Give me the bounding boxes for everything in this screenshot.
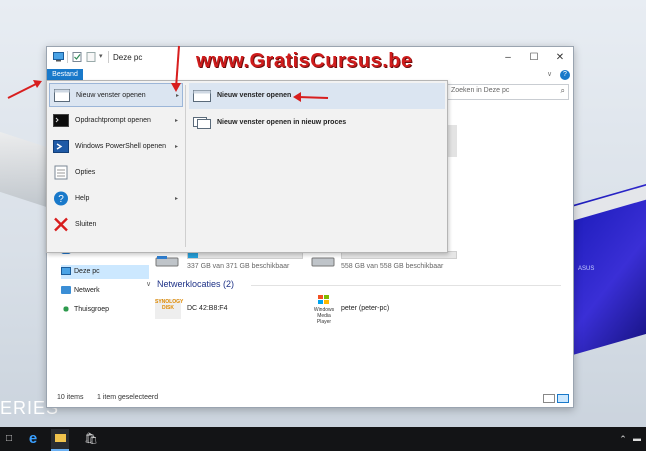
minimize-button[interactable]: – <box>495 50 521 66</box>
details-view-icon[interactable] <box>543 394 555 403</box>
watermark-text: www.GratisCursus.be <box>196 50 413 72</box>
menu-item-help[interactable]: ? Help ▸ <box>49 187 183 211</box>
drive-free-space: 558 GB van 558 GB beschikbaar <box>341 263 444 270</box>
close-icon <box>54 217 68 232</box>
store-icon[interactable]: 🛍 <box>82 431 100 447</box>
menu-item-label: Opdrachtprompt openen <box>75 117 151 124</box>
nav-item-label: Netwerk <box>74 287 100 294</box>
ribbon-collapse-icon[interactable]: ∨ <box>547 70 552 78</box>
help-button[interactable]: ? <box>560 70 570 80</box>
nav-item-netwerk[interactable]: Netwerk <box>61 284 149 298</box>
maximize-button[interactable]: ☐ <box>521 50 547 66</box>
menu-item-new-window[interactable]: Nieuw venster openen ▸ <box>49 83 183 107</box>
search-icon[interactable]: ⌕ <box>561 86 565 96</box>
qat-dropdown-icon[interactable]: ▾ <box>99 52 103 60</box>
file-menu-list: Nieuw venster openen ▸ Opdrachtprompt op… <box>47 81 183 252</box>
help-icon: ? <box>54 191 68 206</box>
annotation-arrow-icon <box>7 80 42 99</box>
file-menu: Nieuw venster openen ▸ Opdrachtprompt op… <box>46 80 448 253</box>
menu-item-label: Help <box>75 195 90 202</box>
windows-logo-icon <box>318 295 329 304</box>
nav-item-thuisgroep[interactable]: Thuisgroep <box>61 303 149 317</box>
hard-drive-icon <box>311 257 335 267</box>
options-icon <box>54 165 68 180</box>
computer-icon <box>61 267 71 276</box>
group-divider <box>251 285 561 286</box>
submenu-arrow-icon: ▸ <box>175 144 179 150</box>
file-explorer-taskbar-icon[interactable] <box>51 429 69 451</box>
menu-item-label: Windows PowerShell openen <box>75 143 167 150</box>
search-box[interactable]: Zoeken in Deze pc ⌕ <box>447 84 569 100</box>
submenu-arrow-icon: ▸ <box>175 196 179 202</box>
edge-browser-icon[interactable]: e <box>24 431 42 447</box>
menu-item-label: Nieuw venster openen <box>76 92 146 99</box>
menu-item-label: Opties <box>75 169 96 176</box>
submenu-item-label: Nieuw venster openen <box>217 92 292 99</box>
submenu-arrow-icon: ▸ <box>175 118 179 124</box>
search-input[interactable]: Zoeken in Deze pc <box>451 87 509 94</box>
submenu-item-label: Nieuw venster openen in nieuw proces <box>217 119 347 126</box>
close-button[interactable]: ✕ <box>547 50 573 66</box>
menu-item-label: Sluiten <box>75 221 97 228</box>
new-window-icon <box>193 90 211 102</box>
nav-item-deze-pc[interactable]: Deze pc <box>61 265 149 279</box>
group-chevron-icon[interactable]: ∨ <box>146 280 151 288</box>
nav-item-label: Deze pc <box>74 268 100 275</box>
status-bar: 10 items 1 item geselecteerd <box>47 391 573 405</box>
network-location-label: peter (peter-pc) <box>341 305 390 312</box>
svg-text:?: ? <box>58 194 64 205</box>
submenu-item-new-window[interactable]: Nieuw venster openen <box>189 83 445 109</box>
tiles-view-icon[interactable] <box>557 394 569 403</box>
laptop-brand-text: ASUS <box>578 266 595 272</box>
window-title: Deze pc <box>113 53 143 62</box>
media-player-icon: Windows Media Player <box>311 295 337 325</box>
hard-drive-icon <box>155 256 179 267</box>
tray-network-icon[interactable]: ▬ <box>628 431 646 447</box>
submenu-item-new-window-process[interactable]: Nieuw venster openen in nieuw proces <box>189 113 445 135</box>
submenu-panel: Nieuw venster openen Nieuw venster opene… <box>187 81 445 252</box>
network-location-label: DC 42:B8:F4 <box>187 305 228 312</box>
new-window-process-icon <box>193 117 211 129</box>
status-item-count: 10 items <box>57 394 84 401</box>
drive-free-space: 337 GB van 371 GB beschikbaar <box>187 263 290 270</box>
menu-item-close[interactable]: Sluiten <box>49 213 183 237</box>
menu-item-command-prompt[interactable]: Opdrachtprompt openen ▸ <box>49 109 183 133</box>
network-group-title[interactable]: Netwerklocaties (2) <box>157 279 234 289</box>
homegroup-icon <box>61 305 71 314</box>
properties-icon[interactable] <box>72 52 83 62</box>
network-icon <box>61 286 71 295</box>
status-selection: 1 item geselecteerd <box>97 394 159 401</box>
cmd-icon <box>53 114 69 127</box>
media-player-icon-text: Windows Media Player <box>313 307 335 325</box>
desktop: { "watermark": "www.GratisCursus.be", "d… <box>0 0 646 451</box>
window-icon <box>54 89 70 102</box>
title-separator <box>108 51 109 63</box>
nav-item-label: Thuisgroep <box>74 306 110 313</box>
taskbar: □ e 🛍 ⌃ ▬ <box>0 427 646 451</box>
submenu-arrow-icon: ▸ <box>176 93 180 99</box>
nas-icon: SYNOLOGY DISK <box>155 299 183 319</box>
powershell-icon <box>53 140 69 153</box>
new-folder-icon[interactable] <box>86 52 97 62</box>
toolbar-separator <box>67 51 68 63</box>
task-view-icon[interactable]: □ <box>0 431 18 447</box>
menu-item-powershell[interactable]: Windows PowerShell openen ▸ <box>49 135 183 159</box>
menu-item-options[interactable]: Opties <box>49 161 183 185</box>
menu-separator <box>185 85 186 247</box>
computer-icon <box>53 52 64 62</box>
folder-icon <box>54 434 66 442</box>
